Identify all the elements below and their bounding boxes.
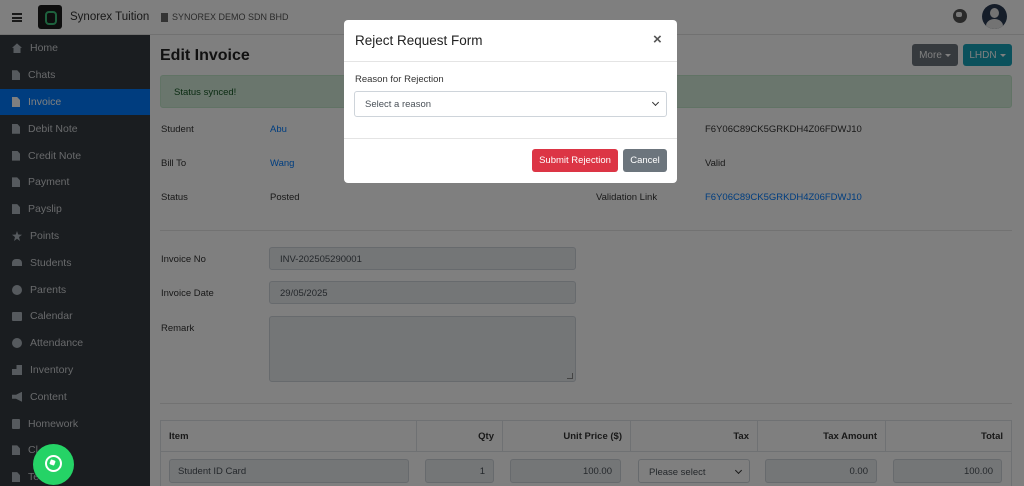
- submit-rejection-button[interactable]: Submit Rejection: [532, 149, 618, 172]
- modal-title: Reject Request Form: [355, 33, 483, 48]
- modal-header: Reject Request Form ×: [344, 20, 677, 62]
- reason-select[interactable]: Select a reason: [354, 91, 667, 117]
- reject-request-modal: Reject Request Form × Reason for Rejecti…: [344, 20, 677, 183]
- reason-label: Reason for Rejection: [355, 74, 444, 85]
- whatsapp-icon[interactable]: [33, 444, 74, 485]
- modal-footer-divider: [344, 138, 677, 139]
- close-icon[interactable]: ×: [653, 31, 662, 48]
- chevron-down-icon: [651, 98, 660, 107]
- cancel-button[interactable]: Cancel: [623, 149, 667, 172]
